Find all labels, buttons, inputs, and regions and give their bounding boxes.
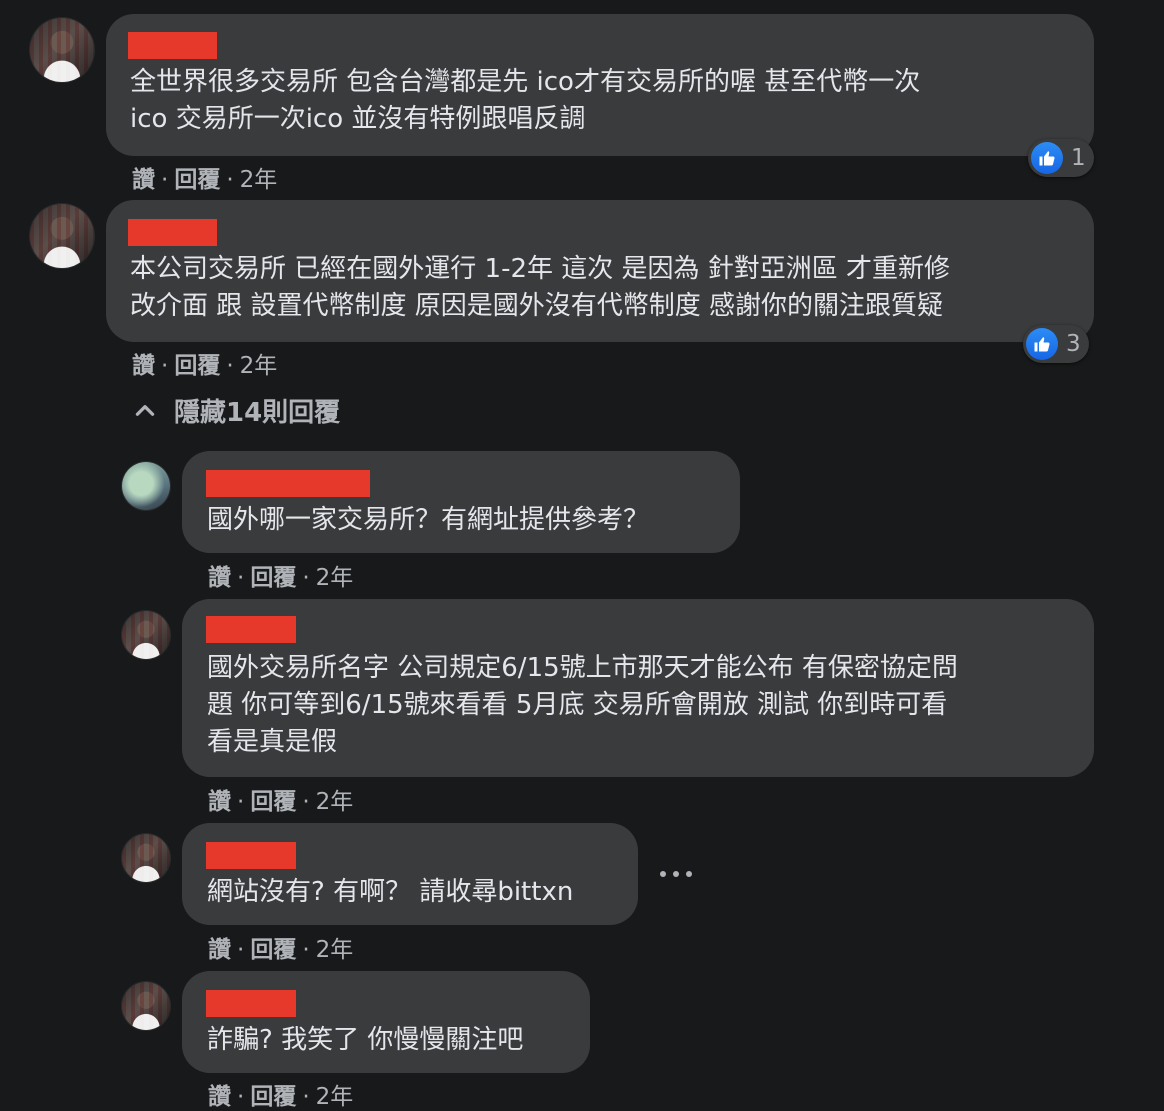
avatar[interactable]: [122, 611, 170, 659]
reply-button[interactable]: 回覆: [250, 565, 296, 591]
reaction-badge[interactable]: 1: [1028, 139, 1094, 177]
reply-text: 國外交易所名字 公司規定6/15號上市那天才能公布 有保密協定問 題 你可等到6…: [207, 653, 958, 757]
more-options-icon[interactable]: [660, 864, 692, 884]
reply-button[interactable]: 回覆: [174, 167, 220, 193]
redacted-author-name[interactable]: [128, 32, 217, 59]
comment-actions: 讚 · 回覆 · 2年: [132, 353, 278, 379]
redacted-author-name[interactable]: [128, 219, 217, 246]
redacted-author-name[interactable]: [206, 616, 296, 643]
reply-text: 詐騙? 我笑了 你慢慢關注吧: [207, 1025, 524, 1055]
reaction-count: 1: [1071, 145, 1086, 171]
comment-text: 本公司交易所 已經在國外運行 1-2年 這次 是因為 針對亞洲區 才重新修 改介…: [130, 254, 951, 321]
avatar[interactable]: [122, 834, 170, 882]
reply-actions: 讚 · 回覆 · 2年: [208, 789, 354, 815]
thumbs-up-icon: [1031, 142, 1063, 174]
timestamp[interactable]: 2年: [316, 1084, 354, 1110]
hide-replies-label: 隱藏14則回覆: [174, 398, 341, 428]
avatar[interactable]: [30, 204, 94, 268]
reply-button[interactable]: 回覆: [250, 789, 296, 815]
like-button[interactable]: 讚: [132, 353, 155, 379]
like-button[interactable]: 讚: [208, 565, 231, 591]
avatar[interactable]: [122, 982, 170, 1030]
thumbs-up-icon: [1026, 328, 1058, 360]
timestamp[interactable]: 2年: [316, 789, 354, 815]
timestamp[interactable]: 2年: [240, 167, 278, 193]
like-button[interactable]: 讚: [208, 937, 231, 963]
hide-replies-toggle[interactable]: 隱藏14則回覆: [132, 392, 340, 429]
redacted-author-name[interactable]: [206, 990, 296, 1017]
comment-text: 全世界很多交易所 包含台灣都是先 ico才有交易所的喔 甚至代幣一次 ico 交…: [130, 67, 921, 134]
like-button[interactable]: 讚: [132, 167, 155, 193]
like-button[interactable]: 讚: [208, 789, 231, 815]
reply-button[interactable]: 回覆: [174, 353, 220, 379]
reply-button[interactable]: 回覆: [250, 937, 296, 963]
reaction-badge[interactable]: 3: [1023, 325, 1089, 363]
reply-text: 國外哪一家交易所？有網址提供參考？: [207, 505, 650, 535]
reply-text: 網站沒有? 有啊？ 請收尋bittxn: [207, 877, 574, 907]
reply-button[interactable]: 回覆: [250, 1084, 296, 1110]
avatar[interactable]: [30, 18, 94, 82]
timestamp[interactable]: 2年: [316, 565, 354, 591]
reply-actions: 讚 · 回覆 · 2年: [208, 937, 354, 963]
reply-actions: 讚 · 回覆 · 2年: [208, 1084, 354, 1110]
redacted-author-name[interactable]: [206, 842, 296, 869]
comment-actions: 讚 · 回覆 · 2年: [132, 167, 278, 193]
reaction-count: 3: [1066, 331, 1081, 357]
redacted-author-name[interactable]: [206, 470, 370, 497]
like-button[interactable]: 讚: [208, 1084, 231, 1110]
reply-actions: 讚 · 回覆 · 2年: [208, 565, 354, 591]
avatar[interactable]: [122, 462, 170, 510]
timestamp[interactable]: 2年: [316, 937, 354, 963]
timestamp[interactable]: 2年: [240, 353, 278, 379]
chevron-up-icon: [135, 404, 155, 416]
